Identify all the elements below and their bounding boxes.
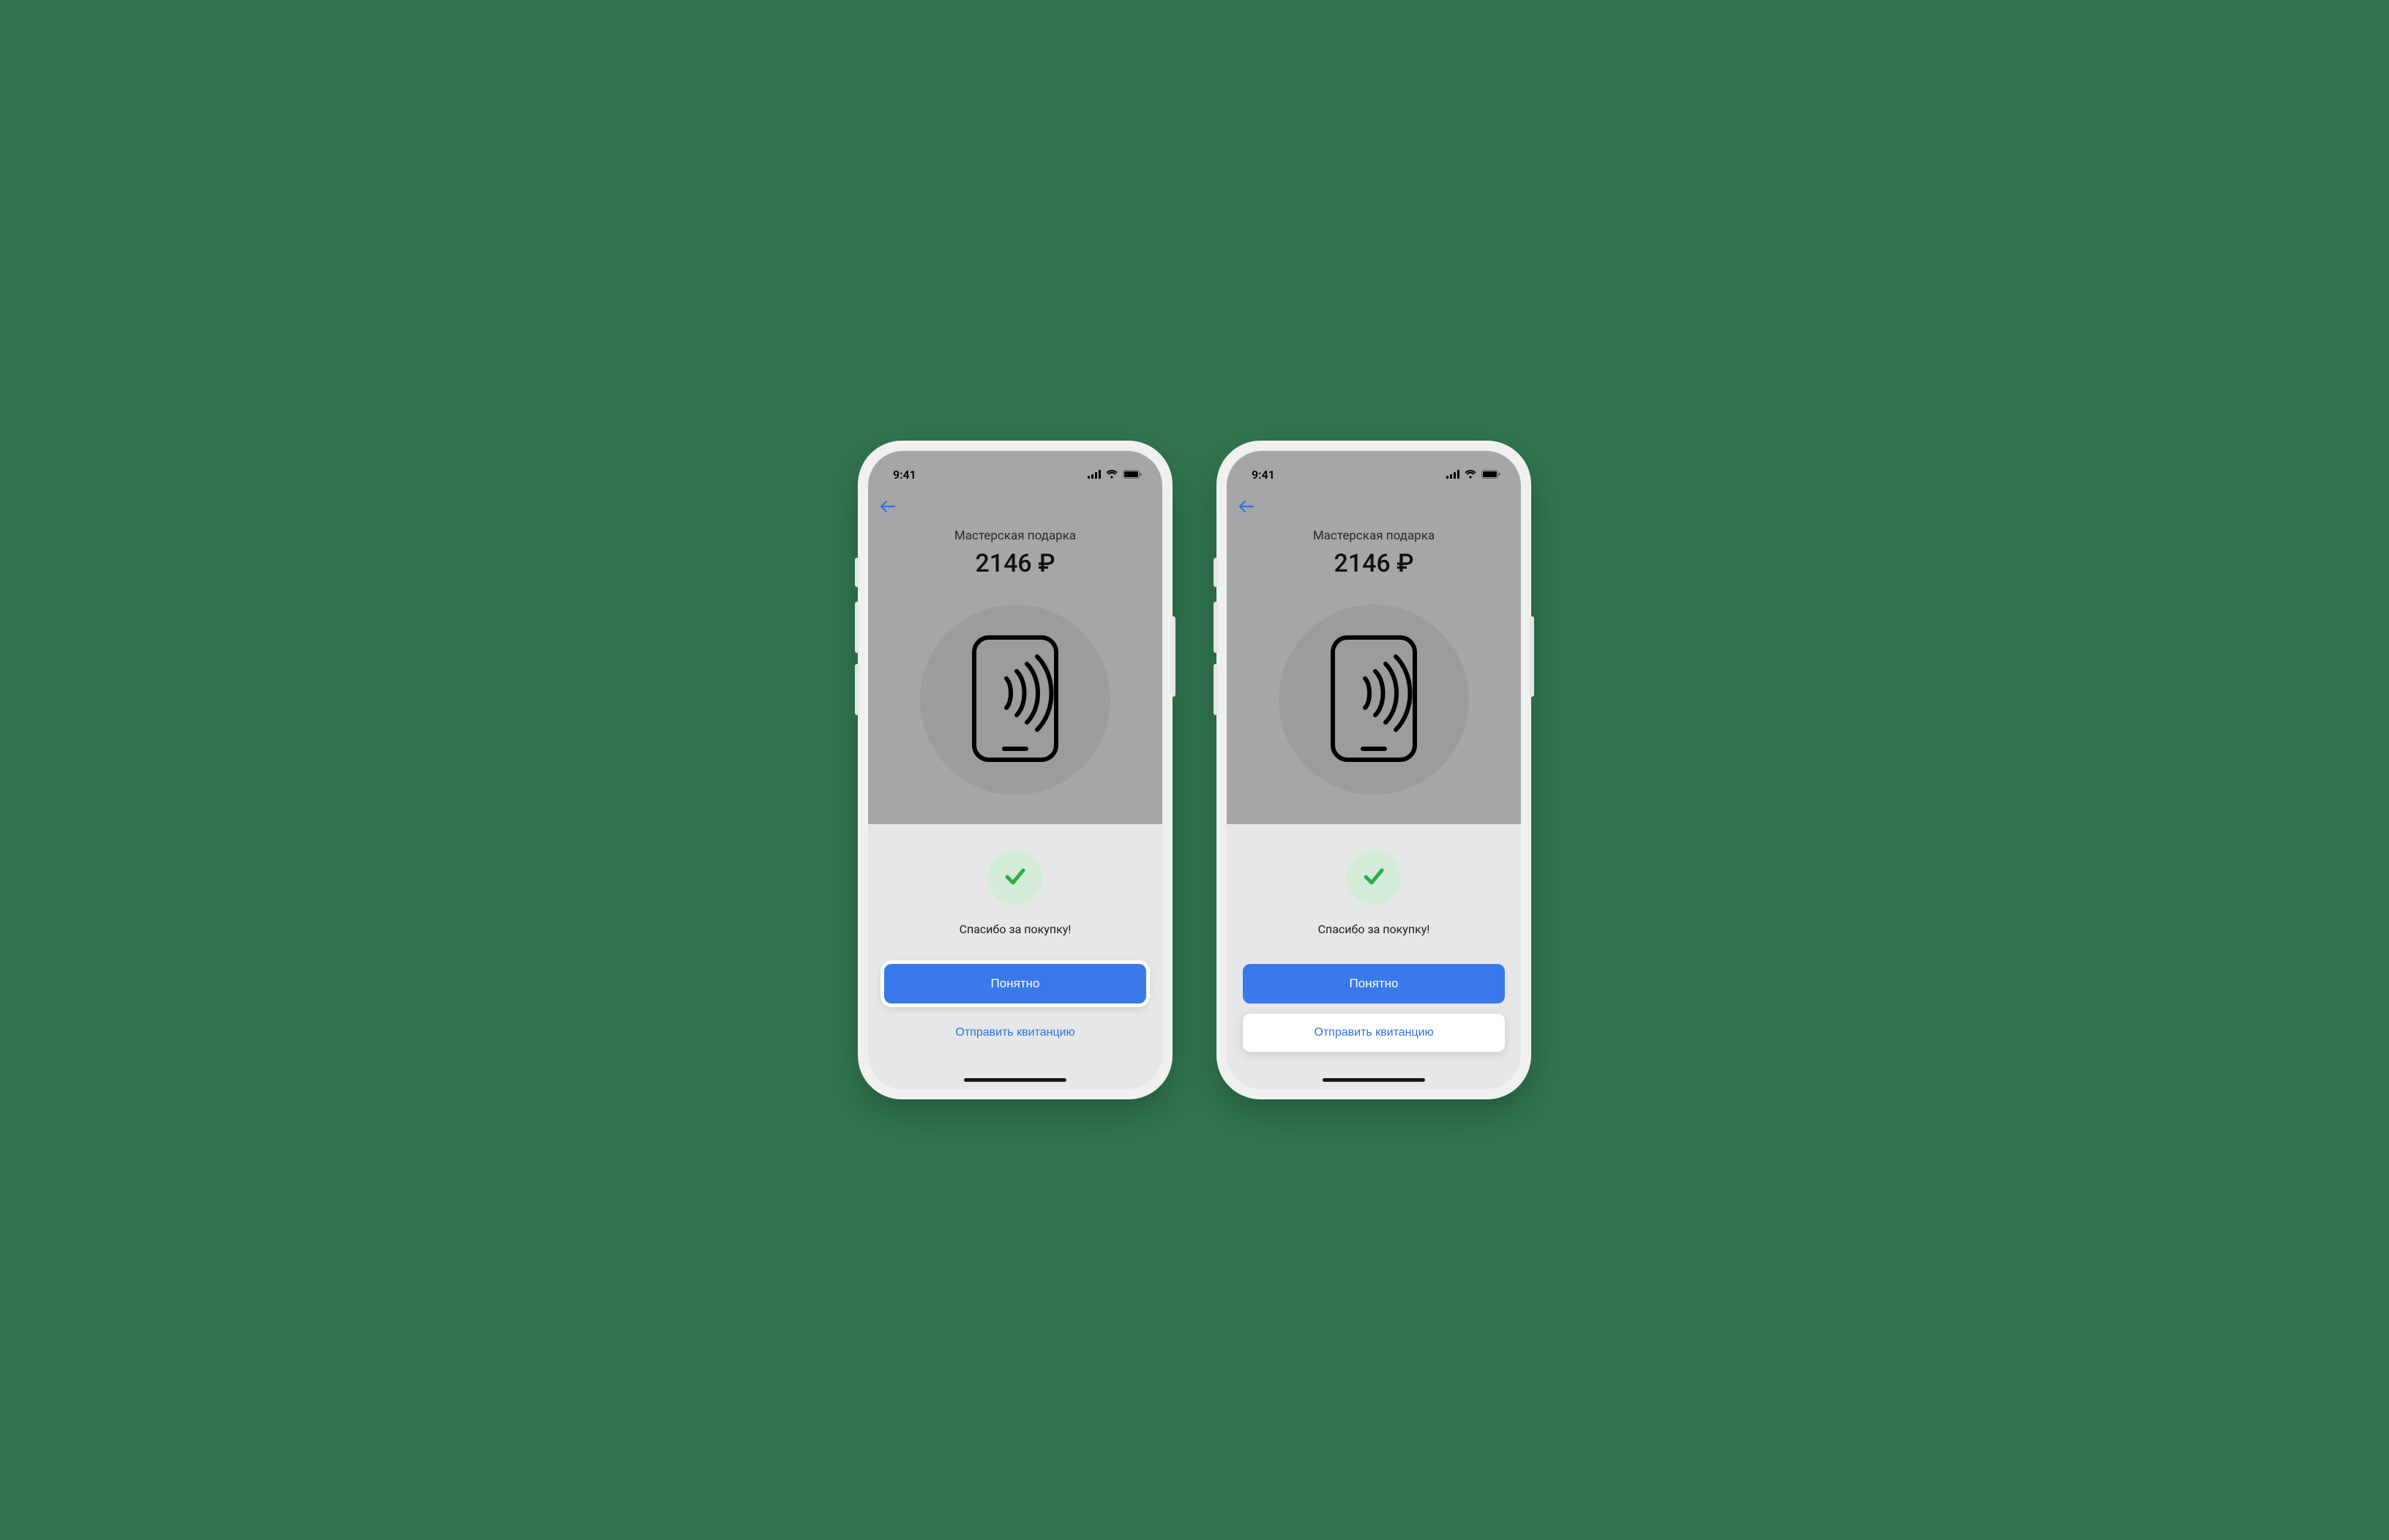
screen: 9:41 Мастерская подар	[868, 451, 1162, 1089]
side-button	[855, 664, 859, 715]
home-indicator[interactable]	[1323, 1078, 1425, 1082]
check-icon	[1001, 862, 1029, 893]
send-receipt-button[interactable]: Отправить квитанцию	[884, 1014, 1146, 1052]
payment-amount: 2146 ₽	[1334, 549, 1413, 578]
phone-mockup-left: 9:41 Мастерская подар	[858, 441, 1173, 1099]
back-arrow-icon[interactable]	[1238, 500, 1255, 516]
cellular-signal-icon	[1088, 470, 1101, 479]
wifi-icon	[1105, 470, 1118, 479]
payment-result-area: Спасибо за покупку! Понятно Отправить кв…	[868, 824, 1162, 1089]
side-button	[1171, 616, 1175, 697]
back-arrow-icon[interactable]	[880, 500, 896, 516]
nfc-tap-area	[920, 605, 1110, 795]
merchant-name: Мастерская подарка	[1313, 528, 1435, 543]
battery-icon	[1481, 470, 1500, 479]
send-receipt-button[interactable]: Отправить квитанцию	[1243, 1014, 1505, 1052]
nfc-phone-icon	[971, 635, 1059, 766]
side-button	[1530, 616, 1534, 697]
payment-header-area: 9:41 Мастерская подар	[1227, 451, 1521, 824]
status-time: 9:41	[1252, 468, 1275, 482]
side-button	[1214, 602, 1218, 653]
side-button	[1214, 664, 1218, 715]
status-bar: 9:41	[1227, 457, 1521, 492]
ok-button[interactable]: Понятно	[1243, 964, 1505, 1003]
home-indicator[interactable]	[964, 1078, 1066, 1082]
status-right	[1088, 470, 1142, 479]
payment-result-area: Спасибо за покупку! Понятно Отправить кв…	[1227, 824, 1521, 1089]
screen: 9:41 Мастерская подар	[1227, 451, 1521, 1089]
status-time: 9:41	[893, 468, 916, 482]
ok-button[interactable]: Понятно	[884, 964, 1146, 1003]
side-button	[855, 602, 859, 653]
nfc-tap-area	[1279, 605, 1469, 795]
nav-bar	[868, 492, 1162, 524]
side-button	[1214, 558, 1218, 587]
success-badge	[988, 851, 1042, 905]
wifi-icon	[1464, 470, 1477, 479]
success-message: Спасибо за покупку!	[960, 922, 1072, 936]
status-right	[1446, 470, 1500, 479]
battery-icon	[1123, 470, 1142, 479]
side-button	[855, 558, 859, 587]
success-badge	[1347, 851, 1401, 905]
status-bar: 9:41	[868, 457, 1162, 492]
payment-amount: 2146 ₽	[975, 549, 1055, 578]
success-message: Спасибо за покупку!	[1318, 922, 1430, 936]
cellular-signal-icon	[1446, 470, 1459, 479]
nfc-phone-icon	[1330, 635, 1418, 766]
phone-mockup-right: 9:41 Мастерская подар	[1216, 441, 1531, 1099]
payment-header-area: 9:41 Мастерская подар	[868, 451, 1162, 824]
merchant-name: Мастерская подарка	[954, 528, 1076, 543]
check-icon	[1360, 862, 1388, 893]
nav-bar	[1227, 492, 1521, 524]
